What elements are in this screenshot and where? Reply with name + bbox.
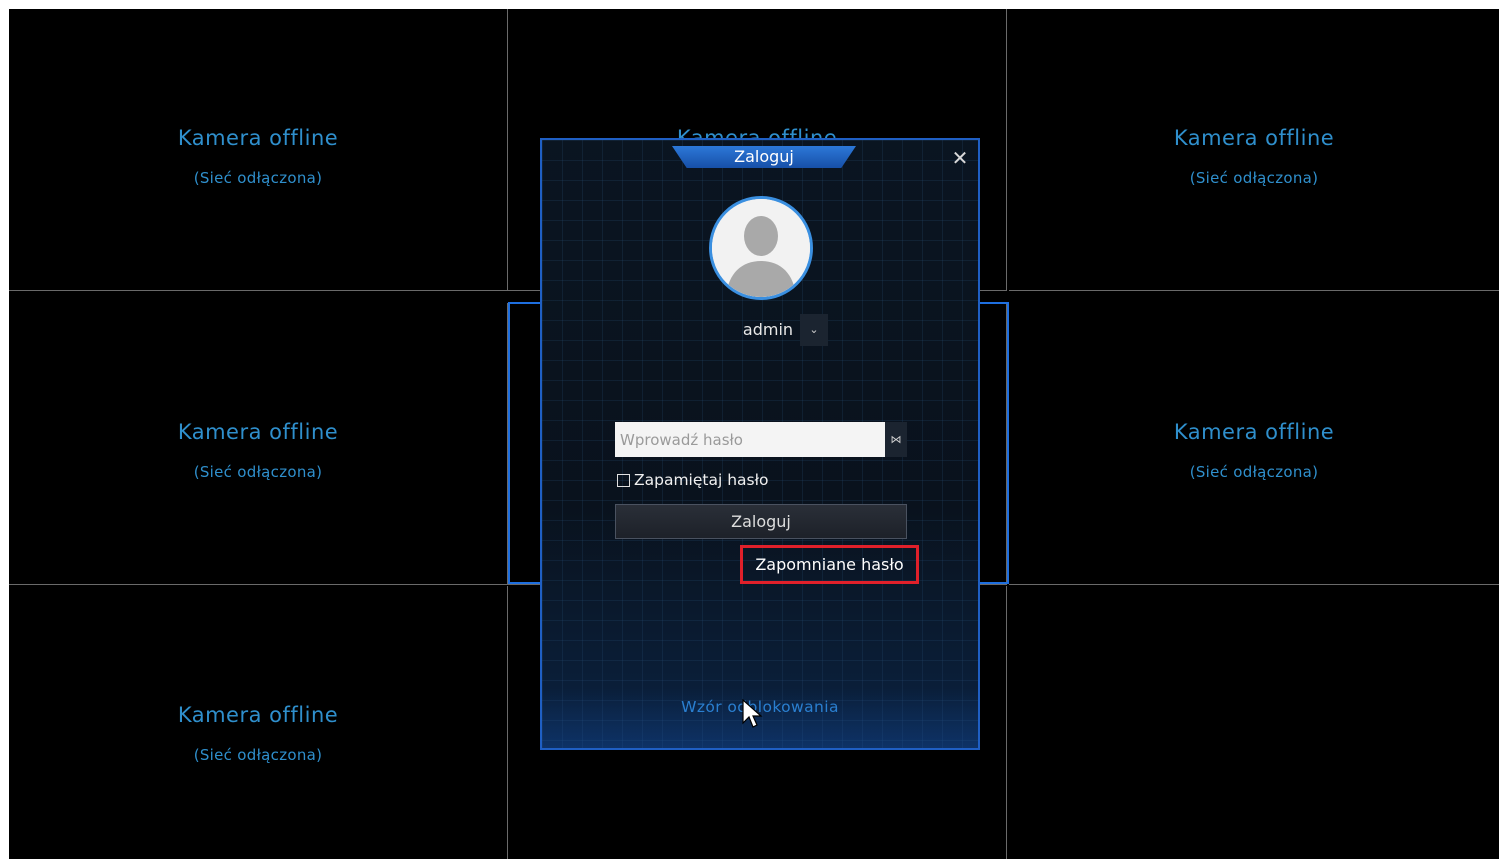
login-button[interactable]: Zaloguj bbox=[615, 504, 907, 539]
camera-status-title: Kamera offline bbox=[1173, 126, 1335, 150]
user-avatar bbox=[709, 196, 813, 300]
camera-status-title: Kamera offline bbox=[177, 126, 339, 150]
camera-status-title: Kamera offline bbox=[1173, 420, 1335, 444]
remember-password-label: Zapamiętaj hasło bbox=[634, 471, 769, 489]
remember-password-row[interactable]: Zapamiętaj hasło bbox=[617, 470, 769, 490]
camera-status-subtitle: (Sieć odłączona) bbox=[193, 463, 323, 481]
password-input[interactable] bbox=[615, 422, 885, 457]
camera-cell-7[interactable]: Kamera offline (Sieć odłączona) bbox=[9, 586, 508, 859]
camera-cell-4[interactable]: Kamera offline (Sieć odłączona) bbox=[9, 303, 508, 585]
camera-status-title: Kamera offline bbox=[177, 420, 339, 444]
camera-status-title: Kamera offline bbox=[177, 703, 339, 727]
user-silhouette-icon bbox=[712, 199, 810, 297]
chevron-down-icon[interactable]: ⌄ bbox=[800, 314, 828, 346]
close-icon[interactable]: ✕ bbox=[948, 146, 972, 170]
camera-cell-3[interactable]: Kamera offline (Sieć odłączona) bbox=[1009, 9, 1499, 291]
camera-status-subtitle: (Sieć odłączona) bbox=[1189, 463, 1319, 481]
login-dialog: Zaloguj ✕ admin ⌄ ⋈ Zapamiętaj hasło Zal… bbox=[540, 138, 980, 750]
dialog-title: Zaloguj bbox=[672, 146, 856, 168]
camera-cell-9[interactable] bbox=[1009, 586, 1499, 859]
remember-password-checkbox[interactable] bbox=[617, 473, 630, 487]
camera-status-subtitle: (Sieć odłączona) bbox=[1189, 169, 1319, 187]
camera-status-subtitle: (Sieć odłączona) bbox=[193, 169, 323, 187]
camera-cell-1[interactable]: Kamera offline (Sieć odłączona) bbox=[9, 9, 508, 291]
mouse-pointer-icon bbox=[742, 699, 763, 728]
camera-cell-6[interactable]: Kamera offline (Sieć odłączona) bbox=[1009, 303, 1499, 585]
show-password-icon[interactable]: ⋈ bbox=[885, 422, 907, 457]
nvr-screen: Kamera offline (Sieć odłączona) Kamera o… bbox=[9, 9, 1499, 859]
forgot-password-link[interactable]: Zapomniane hasło bbox=[740, 545, 919, 584]
camera-status-subtitle: (Sieć odłączona) bbox=[193, 746, 323, 764]
